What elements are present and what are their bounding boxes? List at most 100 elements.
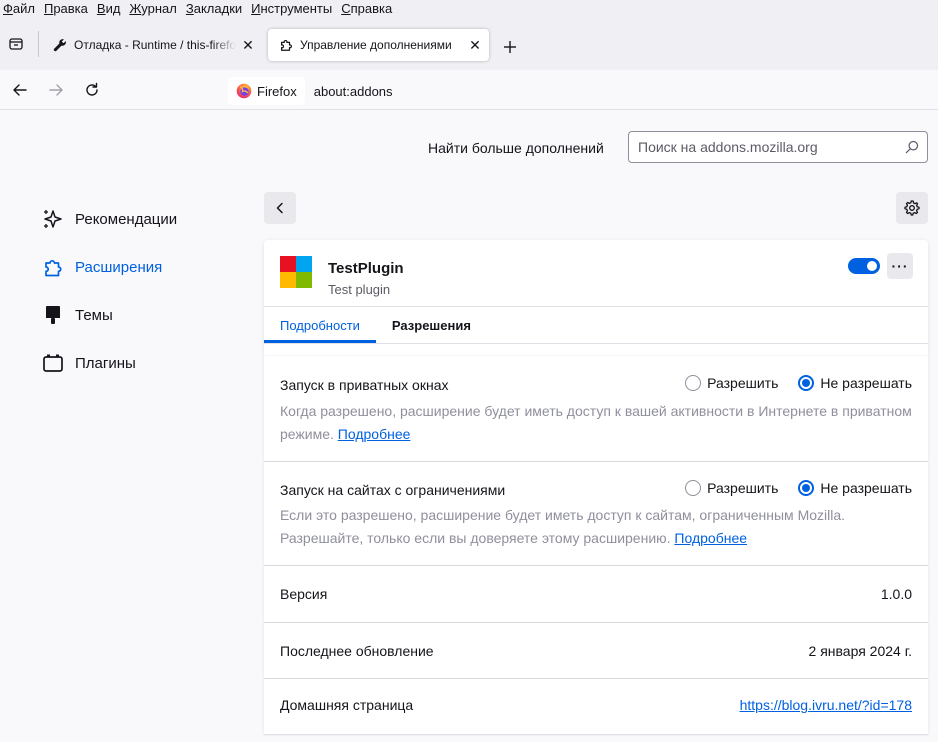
tools-menu-button[interactable] — [896, 192, 928, 224]
radio-label: Разрешить — [707, 480, 779, 496]
close-icon[interactable]: ✕ — [467, 37, 483, 53]
tab-bar: Отладка - Runtime / this-firefox ✕ Управ… — [0, 17, 938, 70]
tab-title: Отладка - Runtime / this-firefox — [74, 38, 236, 52]
radio-label: Не разрешать — [820, 375, 912, 391]
tab-title: Управление дополнениями — [300, 38, 452, 52]
tab-permissions[interactable]: Разрешения — [376, 307, 487, 343]
restricted-allow-radio[interactable]: Разрешить — [685, 480, 778, 496]
back-button[interactable] — [10, 80, 30, 100]
learn-more-link[interactable]: Подробнее — [674, 530, 747, 546]
go-back-button[interactable] — [264, 192, 296, 224]
forward-button[interactable] — [46, 80, 66, 100]
section-description: Если это разрешено, расширение будет име… — [280, 504, 920, 550]
radio-label: Не разрешать — [820, 480, 912, 496]
homepage-link[interactable]: https://blog.ivru.net/?id=178 — [740, 697, 912, 713]
restricted-deny-radio[interactable]: Не разрешать — [798, 480, 912, 496]
sidebar-item-label: Рекомендации — [75, 210, 178, 228]
wrench-icon — [52, 37, 68, 53]
addon-logo-icon — [280, 256, 312, 288]
tab-list-icon — [9, 38, 23, 50]
addon-detail-tabs: Подробности Разрешения — [264, 307, 928, 343]
close-icon[interactable]: ✕ — [240, 37, 256, 53]
tab-debugging[interactable]: Отладка - Runtime / this-firefox ✕ — [44, 29, 262, 61]
plugin-icon — [42, 352, 64, 374]
private-allow-radio[interactable]: Разрешить — [685, 375, 778, 391]
sidebar-item-plugins[interactable]: Плагины — [42, 339, 177, 387]
menu-tools[interactable]: Инструменты — [251, 0, 332, 17]
sidebar-item-label: Темы — [75, 306, 113, 324]
tab-details[interactable]: Подробности — [264, 307, 376, 343]
addon-name: TestPlugin — [328, 260, 404, 277]
homepage-label: Домашняя страница — [280, 697, 414, 713]
new-tab-button[interactable] — [500, 37, 520, 57]
menu-bookmarks[interactable]: Закладки — [186, 0, 242, 17]
logo-quadrant — [296, 256, 312, 272]
reload-button[interactable] — [82, 80, 102, 100]
sidebar-item-extensions[interactable]: Расширения — [42, 243, 177, 291]
addons-search-input[interactable]: Поиск на addons.mozilla.org — [628, 131, 928, 163]
sparkles-icon — [42, 208, 64, 230]
section-description: Когда разрешено, расширение будет иметь … — [280, 400, 920, 446]
restricted-sites-section: Запуск на сайтах с ограничениями Разреши… — [264, 462, 928, 566]
radio-dot — [685, 480, 702, 496]
gear-icon — [904, 200, 920, 216]
last-updated-label: Последнее обновление — [280, 643, 434, 659]
addon-description: Test plugin — [328, 282, 391, 297]
addons-page: Найти больше дополнений Поиск на addons.… — [0, 111, 938, 742]
radio-dot — [798, 375, 815, 391]
identity-box[interactable]: Firefox — [228, 77, 305, 105]
search-icon — [905, 140, 919, 154]
tab-list-button[interactable] — [4, 32, 28, 56]
private-browsing-section: Запуск в приватных окнах Разрешить Не ра… — [264, 356, 928, 462]
last-updated-value: 2 января 2024 г. — [808, 643, 912, 659]
section-title: Запуск в приватных окнах — [280, 377, 449, 393]
category-sidebar: Рекомендации Расширения Темы Плагины — [42, 195, 177, 387]
sidebar-item-recommendations[interactable]: Рекомендации — [42, 195, 177, 243]
plus-icon — [504, 41, 516, 53]
learn-more-link[interactable]: Подробнее — [338, 426, 411, 442]
sidebar-item-label: Плагины — [75, 354, 136, 372]
version-label: Версия — [280, 586, 328, 602]
arrow-right-icon — [49, 84, 63, 96]
firefox-logo-icon — [236, 83, 252, 99]
tab-addons-manager[interactable]: Управление дополнениями ✕ — [268, 29, 489, 61]
description-text: Если это разрешено, расширение будет име… — [280, 507, 846, 546]
more-options-button[interactable]: ··· — [887, 253, 913, 279]
chevron-left-icon — [276, 202, 283, 214]
menu-history[interactable]: Журнал — [129, 0, 176, 17]
private-deny-radio[interactable]: Не разрешать — [798, 375, 912, 391]
logo-quadrant — [280, 272, 296, 288]
sidebar-item-label: Расширения — [75, 258, 163, 276]
restricted-radio-group: Разрешить Не разрешать — [665, 480, 912, 496]
sidebar-item-themes[interactable]: Темы — [42, 291, 177, 339]
toggle-knob — [867, 261, 877, 271]
find-more-label: Найти больше дополнений — [428, 140, 604, 156]
logo-quadrant — [280, 256, 296, 272]
url-text[interactable]: about:addons — [314, 84, 393, 99]
menu-view[interactable]: Вид — [97, 0, 121, 17]
logo-quadrant — [296, 272, 312, 288]
menu-file[interactable]: Файл — [3, 0, 35, 17]
menu-bar: Файл Правка Вид Журнал Закладки Инструме… — [0, 0, 938, 17]
menu-help[interactable]: Справка — [341, 0, 392, 17]
version-row: Версия 1.0.0 — [264, 566, 928, 623]
radio-label: Разрешить — [707, 375, 779, 391]
radio-dot — [798, 480, 815, 496]
tab-separator — [38, 31, 39, 57]
menu-edit[interactable]: Правка — [44, 0, 88, 17]
reload-icon — [86, 82, 98, 96]
url-bar[interactable]: Firefox about:addons — [228, 76, 938, 106]
ellipsis-icon: ··· — [891, 258, 909, 274]
addon-enable-toggle[interactable] — [848, 258, 880, 274]
nav-bar: Firefox about:addons — [0, 70, 938, 110]
last-updated-row: Последнее обновление 2 января 2024 г. — [264, 623, 928, 679]
addon-card: TestPlugin Test plugin ··· Подробности Р… — [264, 240, 928, 356]
arrow-left-icon — [13, 84, 27, 96]
private-radio-group: Разрешить Не разрешать — [665, 375, 912, 391]
puzzle-icon — [42, 256, 64, 278]
homepage-row: Домашняя страница https://blog.ivru.net/… — [264, 679, 928, 735]
radio-dot — [685, 375, 702, 391]
brush-icon — [42, 304, 64, 326]
section-title: Запуск на сайтах с ограничениями — [280, 482, 506, 498]
version-value: 1.0.0 — [880, 586, 912, 602]
